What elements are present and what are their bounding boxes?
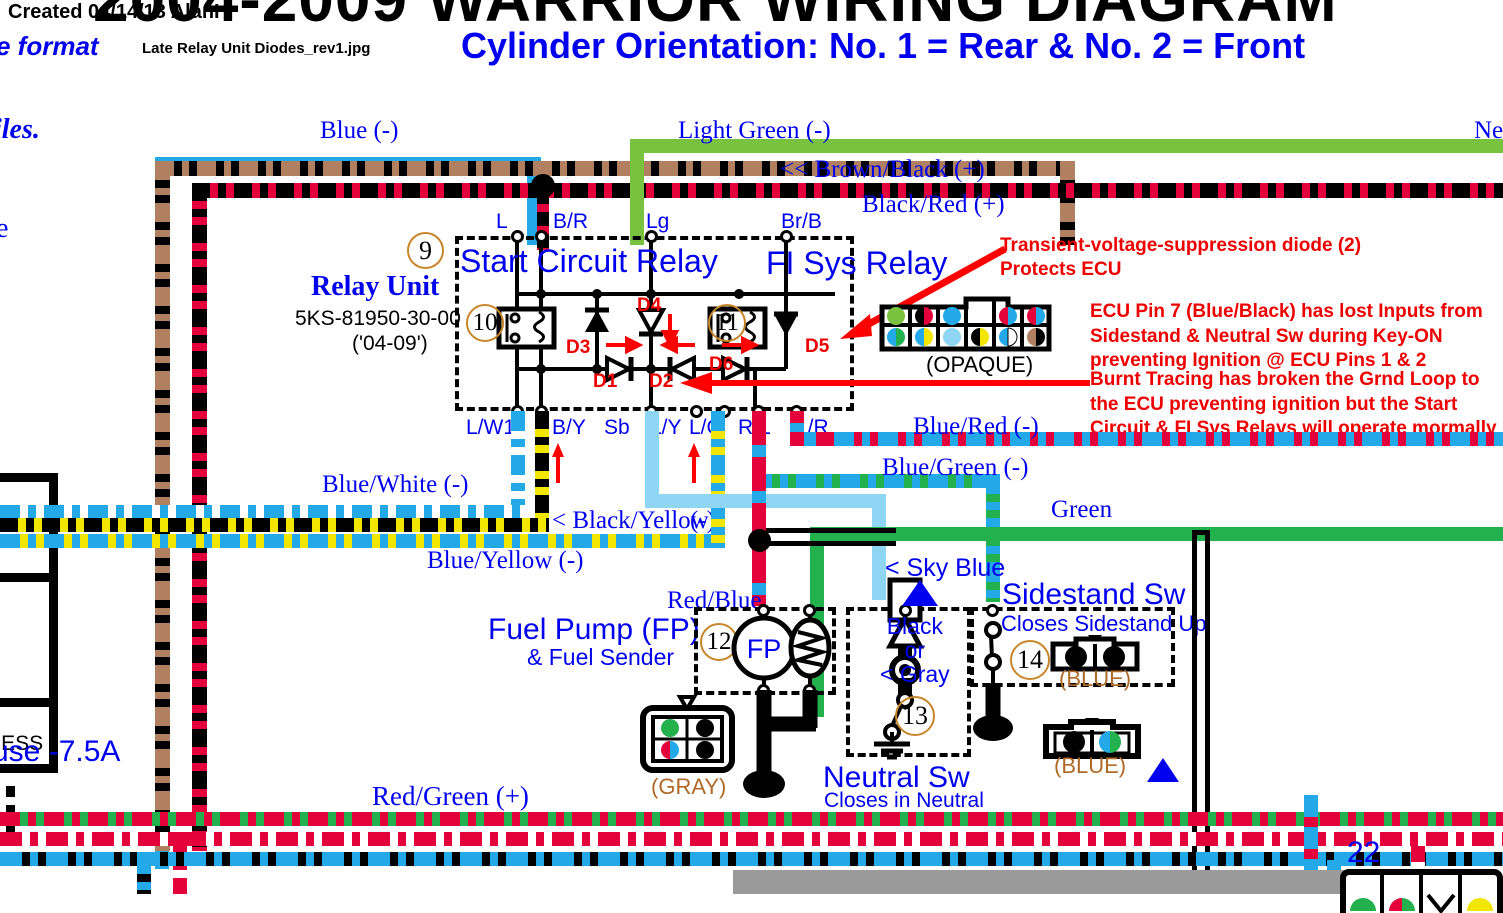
wire-red-green-horizontal [0,812,1503,826]
horizontal-divider-line [1192,530,1210,535]
diode-label-d3: D3 [566,337,591,358]
connector-blue-upper-label: (BLUE) [1059,666,1132,691]
annotation-ecu-pin7: ECU Pin 7 (Blue/Black) has lost Inputs f… [1090,300,1483,374]
label-black-or-gray: Black or < Gray [880,613,950,688]
fuel-pump-node-top-right [803,604,816,617]
terminal-label-Lg: Lg [646,210,670,233]
ground-line-1 [766,528,896,533]
wire-blue-red-short-left [790,432,830,446]
relay-unit-title: Relay Unit [311,271,440,302]
label-light-green-wire: Light Green (-) [678,117,831,144]
label-brown-black-wire: << Brown/Black (+) [780,156,985,183]
left-e-text: e [0,213,9,244]
wire-red-blue-vertical [752,411,766,606]
label-gray-text: < Gray [880,661,950,688]
connector-blue-lower-label: (BLUE) [1054,753,1127,778]
wire-blue-red-horizontal [790,432,1503,446]
wire-blue-yellow-horizontal [0,534,725,548]
wire-light-green-vertical [630,139,644,245]
sidestand-sw-subtitle: Closes Sidestand Up [1001,611,1207,636]
annotation-tvs-line2: Protects ECU [1000,258,1122,280]
gray-panel-bottom [733,870,1393,894]
label-black-red-wire: Black/Red (+) [862,191,1005,218]
relay-unit-part-number: 5KS-81950-30-00 [295,307,461,330]
diode-label-d4: D4 [637,295,662,316]
label-red-green-wire: Red/Green (+) [372,781,529,811]
wire-black-red-horizontal [192,183,1503,198]
label-or-text: or [904,637,926,664]
terminal-label-BY: B/Y [552,416,586,439]
start-circuit-relay-label: Start Circuit Relay [460,243,718,279]
terminal-node-L [511,230,524,243]
label-neutral-wire-cut: Ne [1474,117,1503,144]
wire-red-white-horizontal [0,832,1503,846]
cylinder-orientation-note: Cylinder Orientation: No. 1 = Rear & No.… [461,25,1306,66]
terminal-node-BR [535,230,548,243]
terminal-label-L: L [496,210,508,233]
annotation-tvs-line1: Transient-voltage-suppression diode (2) [1000,235,1362,256]
current-arrow-by [552,443,564,483]
svg-text:FP: FP [747,634,782,664]
relay-unit-years: ('04-09') [352,332,428,355]
label-blue-yellow-wire: Blue/Yellow (-) [427,547,584,574]
label-green-wire: Green [1051,496,1113,523]
label-blue-red-wire: Blue/Red (-) [913,413,1039,440]
neutral-sw-subtitle: Closes in Neutral [824,789,984,812]
sidestand-sw-schematic [973,621,1013,741]
label-black-yellow-wire: < Black/Yellow [552,507,709,534]
source-filename: Late Relay Unit Diodes_rev1.jpg [142,40,371,57]
label-blue-green-wire: Blue/Green (-) [882,454,1029,481]
left-miles-text: iles. [0,114,40,145]
label-sky-blue-wire: < Sky Blue [885,554,1006,582]
callout-13: 13 [895,696,935,736]
wire-brown-black-vertical-right [1060,161,1075,245]
callout-10: 10 [466,304,504,342]
terminal-label-BrB: Br/B [781,210,822,233]
wire-green-horizontal [810,527,1503,541]
terminal-label-Sb: Sb [604,416,630,439]
wire-blue-white-vertical [511,411,525,519]
triangle-marker-2 [1147,758,1179,782]
callout-9: 9 [407,232,444,269]
connector-opaque [879,296,1052,352]
annotation-burnt-tracing: Burnt Tracing has broken the Grnd Loop t… [1090,368,1497,442]
wire-black-yellow-horizontal [0,518,549,532]
format-note: e format [0,31,99,61]
callout-11: 11 [708,304,746,342]
fuel-pump-subtitle: & Fuel Sender [527,644,675,670]
annotation-burnt-line1: Burnt Tracing has broken the Grnd Loop t… [1090,369,1480,390]
annotation-tvs-diode: Transient-voltage-suppression diode (2) … [1000,234,1361,282]
wire-blue-black-vertical [137,852,151,894]
fuel-pump-node-top-left [757,604,770,617]
annotation-ecu-line2: Sidestand & Neutral Sw during Key-ON [1090,325,1443,347]
annotation-burnt-line2: the ECU preventing ignition but the Star… [1090,393,1458,415]
connector-gray [640,695,735,773]
diode-label-d5: D5 [805,336,830,357]
triangle-marker-1 [902,580,938,606]
connector-22 [1340,869,1503,913]
wire-black-yellow-vertical [535,411,549,532]
connector-22-label: 22 [1347,836,1381,869]
ground-line-2 [766,541,896,546]
connector-gray-label: (GRAY) [651,774,727,799]
wire-blue-black-horizontal [0,852,1503,866]
annotation-ecu-line1: ECU Pin 7 (Blue/Black) has lost Inputs f… [1090,301,1483,322]
diode-label-d1: D1 [593,371,618,392]
fuse-rating-label: use -7.5A [0,735,121,768]
fuel-pump-title: Fuel Pump (FP) [488,613,700,646]
connector-opaque-label: (OPAQUE) [926,352,1034,377]
terminal-label-BR: B/R [553,210,589,233]
label-blue-white-wire: Blue/White (-) [322,471,469,498]
wire-blue-yellow-vertical [711,411,725,548]
created-by: Created 04/14/13 AlanH [8,1,229,23]
junction-dot-black-red [531,174,555,198]
terminal-label-LW1: L/W1 [466,416,516,439]
current-arrow-lg [688,443,700,483]
label-blue-wire: Blue (-) [320,117,399,144]
label-black-text: Black [886,613,943,639]
wire-blue-white-horizontal [0,505,525,519]
